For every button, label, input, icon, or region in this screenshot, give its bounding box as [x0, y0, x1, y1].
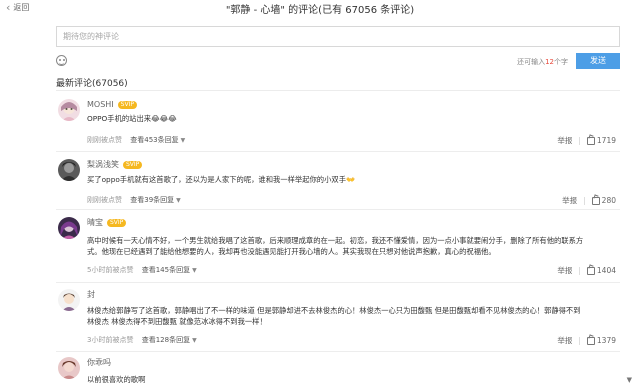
like-count: 280 [601, 196, 616, 205]
username[interactable]: 封 [87, 289, 95, 300]
composer-toolbar: 还可输入12个字 发送 [56, 53, 620, 69]
thumbs-up-icon[interactable] [591, 196, 600, 205]
svip-badge: SVIP [107, 218, 127, 227]
comment-meta: 刚刚被点赞 查看39条回复 ▼ [87, 195, 181, 205]
comment-item: MOSHI SVIP OPPO手机的站出来😂😂😂 刚刚被点赞 查看453条回复 ▼… [56, 99, 620, 152]
caret-down-icon: ▼ [176, 197, 181, 204]
avatar[interactable] [58, 357, 80, 379]
username-row: 晴宝 SVIP [87, 217, 127, 228]
like-count: 1404 [596, 266, 616, 275]
view-replies-link[interactable]: 查看39条回复 ▼ [130, 196, 181, 204]
comment-actions: 举报 | 280 [562, 195, 616, 206]
report-link[interactable]: 举报 [557, 135, 572, 146]
svip-badge: SVIP [123, 160, 143, 169]
comment-actions: 举报 | 1404 [557, 265, 616, 276]
comment-item: 封 林俊杰给郭静写了这首歌，郭静唱出了不一样的味道 但是郭静却进不去林俊杰的心！… [56, 289, 620, 352]
replies-label: 查看453条回复 [130, 136, 179, 144]
username[interactable]: MOSHI [87, 100, 114, 109]
comment-text: 以前很喜欢的歌啊 [87, 375, 146, 384]
char-counter: 还可输入12个字 [517, 57, 568, 67]
comment-text: 买了oppo手机就有这首歌了，还以为是人家下的呢，谁和我一样举起你的小双手👐 [87, 175, 356, 184]
divider [56, 90, 620, 91]
report-link[interactable]: 举报 [557, 335, 572, 346]
comment-time: 刚刚被点赞 [87, 136, 122, 144]
username[interactable]: 梨涡浅笑 [87, 159, 119, 170]
send-button[interactable]: 发送 [576, 53, 620, 69]
separator: | [583, 196, 586, 205]
username-row: 封 [87, 289, 99, 300]
username[interactable]: 晴宝 [87, 217, 103, 228]
comment-meta: 3小时前被点赞 查看128条回复 ▼ [87, 335, 197, 345]
report-link[interactable]: 举报 [562, 195, 577, 206]
counter-suffix: 个字 [554, 58, 568, 66]
report-link[interactable]: 举报 [557, 265, 572, 276]
replies-label: 查看39条回复 [130, 196, 175, 204]
counter-number: 12 [545, 58, 554, 66]
svip-badge: SVIP [117, 100, 137, 109]
comment-meta: 5小时前被点赞 查看145条回复 ▼ [87, 265, 197, 275]
comment-time: 3小时前被点赞 [87, 336, 134, 344]
avatar[interactable] [58, 217, 80, 239]
like-count: 1719 [596, 136, 616, 145]
scroll-down-icon[interactable]: ▼ [627, 376, 632, 384]
replies-label: 查看145条回复 [141, 266, 191, 274]
caret-down-icon: ▼ [192, 337, 197, 344]
comment-text-line: 式。他现在已经遇到了能给他想要的人，我却再也没能遇见能打开我心墙的人。其实我现在… [87, 247, 496, 256]
divider [56, 209, 620, 210]
avatar[interactable] [58, 289, 80, 311]
username-row: 你乖吗 [87, 357, 115, 368]
username-row: 梨涡浅笑 SVIP [87, 159, 143, 170]
username-row: MOSHI SVIP [87, 99, 137, 110]
replies-label: 查看128条回复 [141, 336, 191, 344]
divider [56, 282, 620, 283]
comment-time: 5小时前被点赞 [87, 266, 134, 274]
comment-item: 晴宝 SVIP 高中时候有一天心情不好，一个男生就给我唱了这首歌，后来顺理成章的… [56, 217, 620, 283]
comment-time: 刚刚被点赞 [87, 196, 122, 204]
avatar[interactable] [58, 159, 80, 181]
separator: | [578, 336, 581, 345]
divider [56, 351, 620, 352]
counter-prefix: 还可输入 [517, 58, 546, 66]
separator: | [578, 136, 581, 145]
page-title: "郭静 - 心墙" 的评论(已有 67056 条评论) [225, 5, 415, 16]
caret-down-icon: ▼ [192, 267, 197, 274]
comment-item: 你乖吗 以前很喜欢的歌啊 [56, 357, 620, 388]
comment-item: 梨涡浅笑 SVIP 买了oppo手机就有这首歌了，还以为是人家下的呢，谁和我一样… [56, 159, 620, 210]
comment-composer [56, 26, 620, 47]
avatar[interactable] [58, 99, 80, 121]
comment-actions: 举报 | 1379 [557, 335, 616, 346]
view-replies-link[interactable]: 查看128条回复 ▼ [142, 336, 197, 344]
comment-input[interactable] [57, 27, 619, 46]
view-replies-link[interactable]: 查看453条回复 ▼ [130, 136, 185, 144]
emoji-icon[interactable] [56, 55, 67, 66]
comment-text-line: 林俊杰给郭静写了这首歌，郭静唱出了不一样的味道 但是郭静却进不去林俊杰的心！林俊… [87, 306, 581, 315]
comments-header: 最新评论(67056) [56, 79, 128, 89]
thumbs-up-icon[interactable] [586, 136, 595, 145]
caret-down-icon: ▼ [180, 137, 186, 144]
like-count: 1379 [596, 336, 616, 345]
comment-meta: 刚刚被点赞 查看453条回复 ▼ [87, 135, 185, 145]
comment-actions: 举报 | 1719 [557, 135, 616, 146]
separator: | [578, 266, 581, 275]
comment-text: OPPO手机的站出来😂😂😂 [87, 114, 177, 123]
comment-text-line: 高中时候有一天心情不好，一个男生就给我唱了这首歌，后来顺理成章的在一起。初恋，我… [87, 236, 584, 245]
thumbs-up-icon[interactable] [586, 336, 595, 345]
comment-text-line: 林俊杰 林俊杰得不到田馥甄 就像范冰冰得不到我一样！ [87, 317, 267, 326]
thumbs-up-icon[interactable] [586, 266, 595, 275]
top-bar: ‹ 返回 "郭静 - 心墙" 的评论(已有 67056 条评论) [0, 0, 640, 17]
username[interactable]: 你乖吗 [87, 357, 111, 368]
divider [56, 151, 620, 152]
view-replies-link[interactable]: 查看145条回复 ▼ [142, 266, 197, 274]
